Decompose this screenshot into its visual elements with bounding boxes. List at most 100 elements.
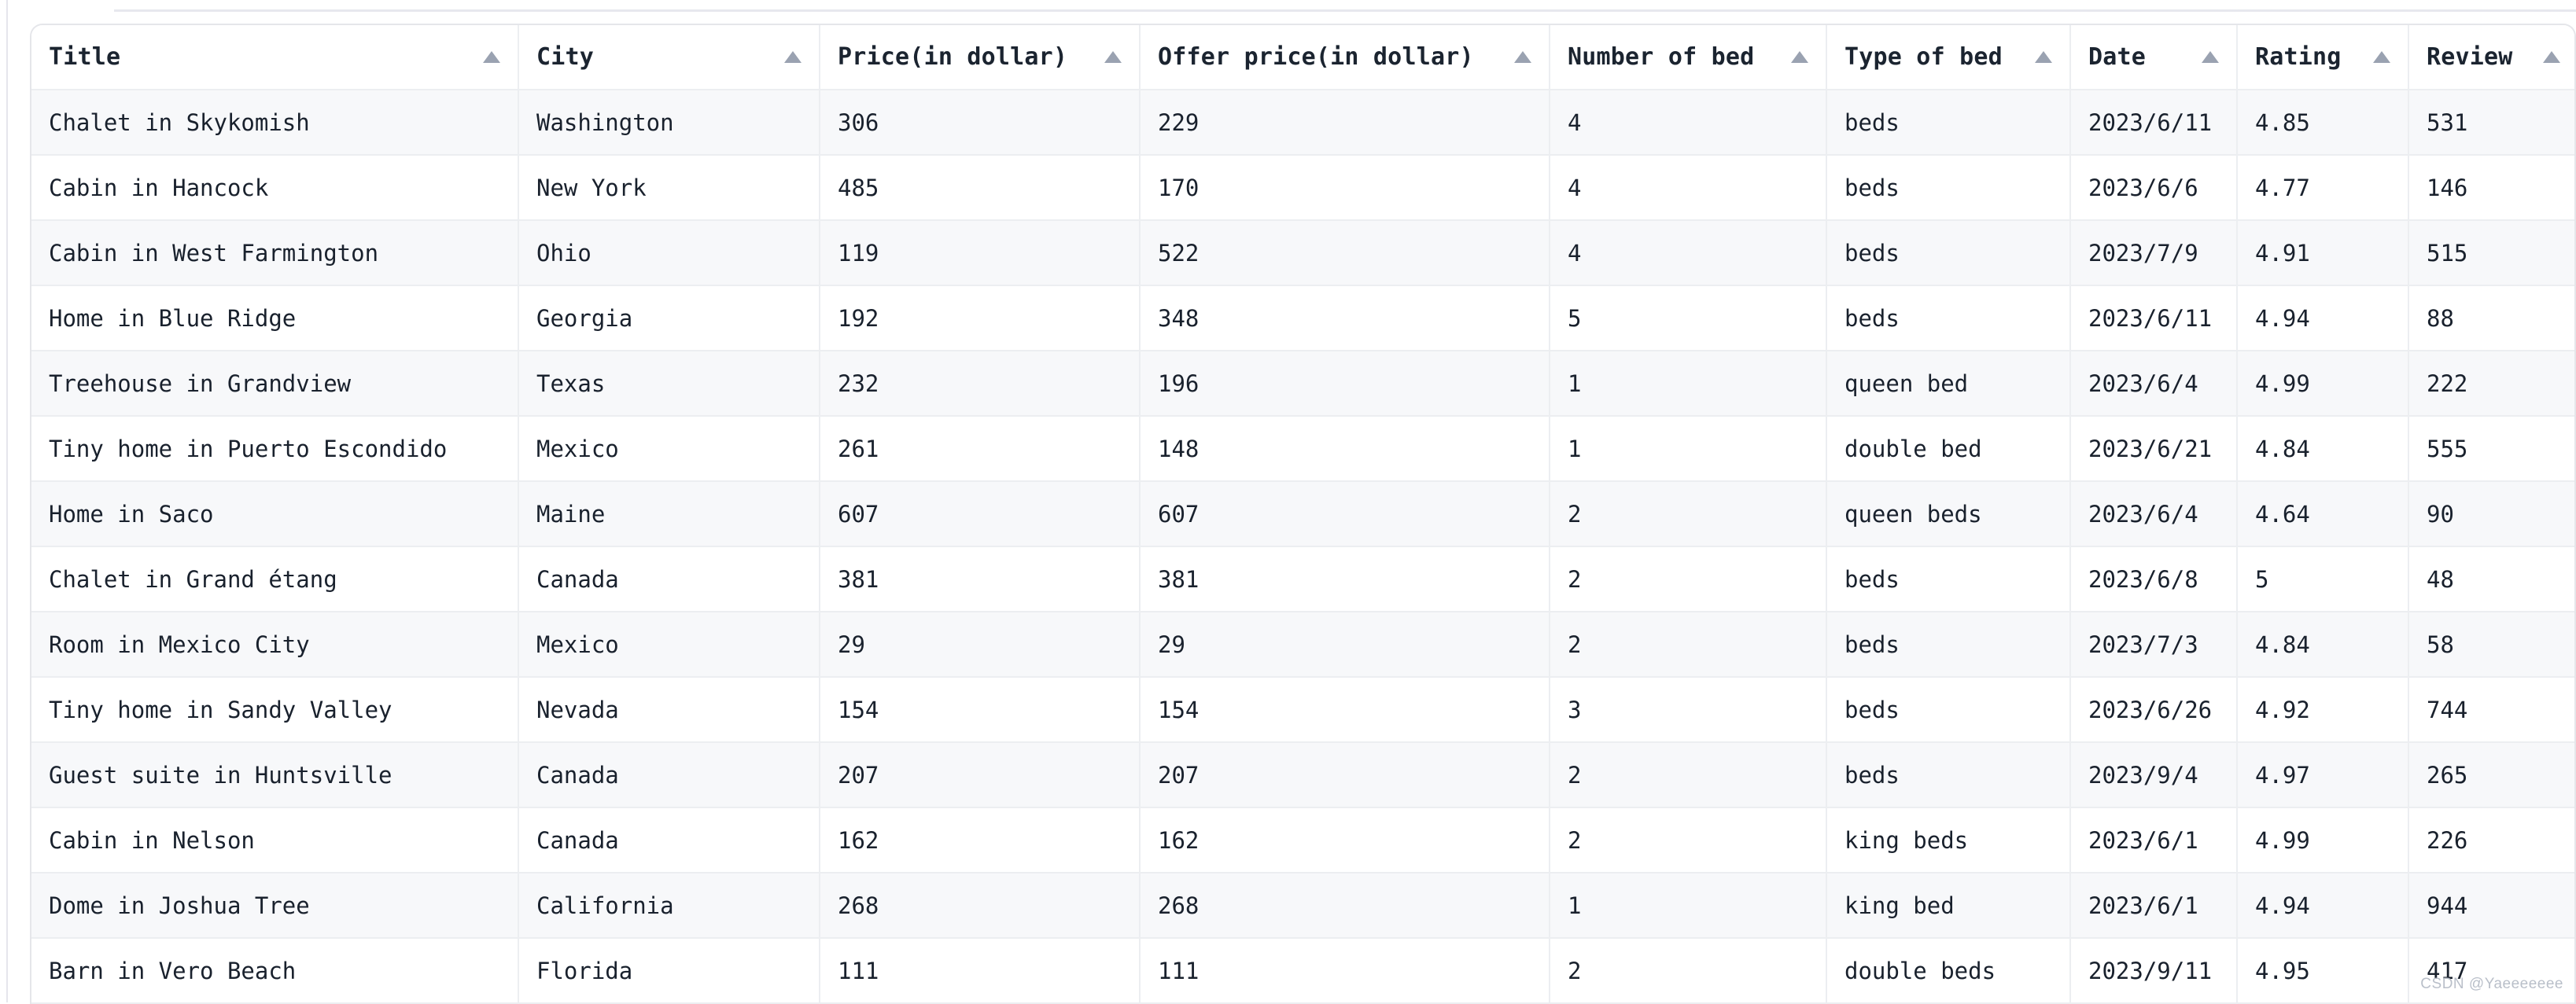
cell-city: Maine: [518, 481, 820, 547]
table-row[interactable]: Chalet in Grand étang Canada 381 381 2 beds 20…: [31, 546, 2574, 612]
cell-title: Dome in Joshua Tree: [31, 873, 519, 939]
table-row[interactable]: Tiny home in Puerto Escondido Mexico 261 14…: [31, 416, 2574, 482]
cell-date: 2023/6/1: [2070, 807, 2238, 873]
column-header-label: Type of bed: [1844, 43, 2003, 71]
cell-rating: 4.94: [2237, 873, 2409, 939]
cell-beds: 5: [1550, 285, 1827, 351]
sort-ascending-triangle-icon[interactable]: [1514, 51, 1531, 63]
cell-rating: 4.64: [2237, 481, 2409, 547]
table-row[interactable]: Home in Blue Ridge Georgia 192 348 5 beds 2023…: [31, 285, 2574, 351]
cell-review: 222: [2408, 351, 2574, 417]
cell-bedtype: beds: [1826, 742, 2071, 808]
column-header-rating[interactable]: Rating: [2237, 25, 2409, 90]
cell-title: Chalet in Skykomish: [31, 90, 519, 156]
cell-offer: 148: [1140, 416, 1550, 482]
column-header-label: Price(in dollar): [838, 43, 1068, 71]
cell-date: 2023/9/11: [2070, 938, 2238, 1004]
sort-ascending-triangle-icon[interactable]: [1791, 51, 1808, 63]
table-row[interactable]: Home in Saco Maine 607 607 2 queen beds 2023/6…: [31, 481, 2574, 547]
sort-ascending-triangle-icon[interactable]: [2202, 51, 2219, 63]
table-row[interactable]: Barn in Vero Beach Florida 111 111 2 double b…: [31, 938, 2574, 1004]
cell-beds: 4: [1550, 90, 1827, 156]
cell-review: 944: [2408, 873, 2574, 939]
cell-city: Washington: [518, 90, 820, 156]
cell-city: Canada: [518, 807, 820, 873]
cell-city: Mexico: [518, 416, 820, 482]
cell-bedtype: beds: [1826, 546, 2071, 612]
column-header-label: Rating: [2255, 43, 2342, 71]
cell-title: Chalet in Grand étang: [31, 546, 519, 612]
cell-price: 607: [820, 481, 1141, 547]
cell-price: 154: [820, 677, 1141, 743]
column-header-beds[interactable]: Number of bed: [1550, 25, 1827, 90]
cell-beds: 2: [1550, 807, 1827, 873]
cell-date: 2023/6/26: [2070, 677, 2238, 743]
cell-beds: 4: [1550, 220, 1827, 286]
cell-date: 2023/9/4: [2070, 742, 2238, 808]
cell-review: 58: [2408, 612, 2574, 678]
cell-price: 119: [820, 220, 1141, 286]
table-row[interactable]: Treehouse in Grandview Texas 232 196 1 queen …: [31, 351, 2574, 417]
cell-title: Cabin in Hancock: [31, 155, 519, 221]
cell-offer: 111: [1140, 938, 1550, 1004]
column-header-label: Number of bed: [1568, 43, 1755, 71]
cell-bedtype: beds: [1826, 677, 2071, 743]
cell-rating: 5: [2237, 546, 2409, 612]
cell-review: 515: [2408, 220, 2574, 286]
cell-price: 232: [820, 351, 1141, 417]
cell-price: 29: [820, 612, 1141, 678]
cell-price: 207: [820, 742, 1141, 808]
cell-review: 417: [2408, 938, 2574, 1004]
cell-price: 192: [820, 285, 1141, 351]
cell-rating: 4.77: [2237, 155, 2409, 221]
table-row[interactable]: Cabin in West Farmington Ohio 119 522 4 beds 2…: [31, 220, 2574, 286]
cell-review: 744: [2408, 677, 2574, 743]
cell-title: Home in Saco: [31, 481, 519, 547]
cell-rating: 4.99: [2237, 807, 2409, 873]
sort-ascending-triangle-icon[interactable]: [2035, 51, 2052, 63]
cell-offer: 607: [1140, 481, 1550, 547]
sort-ascending-triangle-icon[interactable]: [784, 51, 802, 63]
column-header-bedtype[interactable]: Type of bed: [1826, 25, 2071, 90]
cell-city: Georgia: [518, 285, 820, 351]
table-row[interactable]: Cabin in Nelson Canada 162 162 2 king beds 202…: [31, 807, 2574, 873]
table-row[interactable]: Chalet in Skykomish Washington 306 229 4 beds…: [31, 90, 2574, 156]
cell-beds: 2: [1550, 546, 1827, 612]
column-header-label: Review: [2427, 43, 2513, 71]
cell-bedtype: double bed: [1826, 416, 2071, 482]
sort-ascending-triangle-icon[interactable]: [2373, 51, 2390, 63]
column-header-label: City: [536, 43, 595, 71]
table-row[interactable]: Cabin in Hancock New York 485 170 4 beds 2023/…: [31, 155, 2574, 221]
cell-date: 2023/6/11: [2070, 285, 2238, 351]
cell-price: 162: [820, 807, 1141, 873]
cell-review: 146: [2408, 155, 2574, 221]
cell-title: Room in Mexico City: [31, 612, 519, 678]
cell-rating: 4.91: [2237, 220, 2409, 286]
cell-offer: 196: [1140, 351, 1550, 417]
cell-offer: 381: [1140, 546, 1550, 612]
cell-title: Tiny home in Sandy Valley: [31, 677, 519, 743]
cell-beds: 2: [1550, 742, 1827, 808]
cell-date: 2023/6/8: [2070, 546, 2238, 612]
table-row[interactable]: Tiny home in Sandy Valley Nevada 154 154 3 be…: [31, 677, 2574, 743]
column-header-price[interactable]: Price(in dollar): [820, 25, 1141, 90]
column-header-review[interactable]: Review: [2408, 25, 2574, 90]
table-row[interactable]: Room in Mexico City Mexico 29 29 2 beds 2023/7…: [31, 612, 2574, 678]
column-header-label: Date: [2088, 43, 2147, 71]
cell-price: 485: [820, 155, 1141, 221]
sort-ascending-triangle-icon[interactable]: [1104, 51, 1122, 63]
table-row[interactable]: Dome in Joshua Tree California 268 268 1 king…: [31, 873, 2574, 939]
cell-bedtype: beds: [1826, 612, 2071, 678]
cell-beds: 2: [1550, 481, 1827, 547]
column-header-offer[interactable]: Offer price(in dollar): [1140, 25, 1550, 90]
cell-title: Cabin in Nelson: [31, 807, 519, 873]
sort-ascending-triangle-icon[interactable]: [2543, 51, 2560, 63]
column-header-city[interactable]: City: [518, 25, 820, 90]
table-row[interactable]: Guest suite in Huntsville Canada 207 207 2 be…: [31, 742, 2574, 808]
sort-ascending-triangle-icon[interactable]: [483, 51, 500, 63]
column-header-date[interactable]: Date: [2070, 25, 2238, 90]
column-header-title[interactable]: Title: [31, 25, 519, 90]
column-header-label: Offer price(in dollar): [1158, 43, 1474, 71]
cell-rating: 4.84: [2237, 612, 2409, 678]
cell-rating: 4.85: [2237, 90, 2409, 156]
